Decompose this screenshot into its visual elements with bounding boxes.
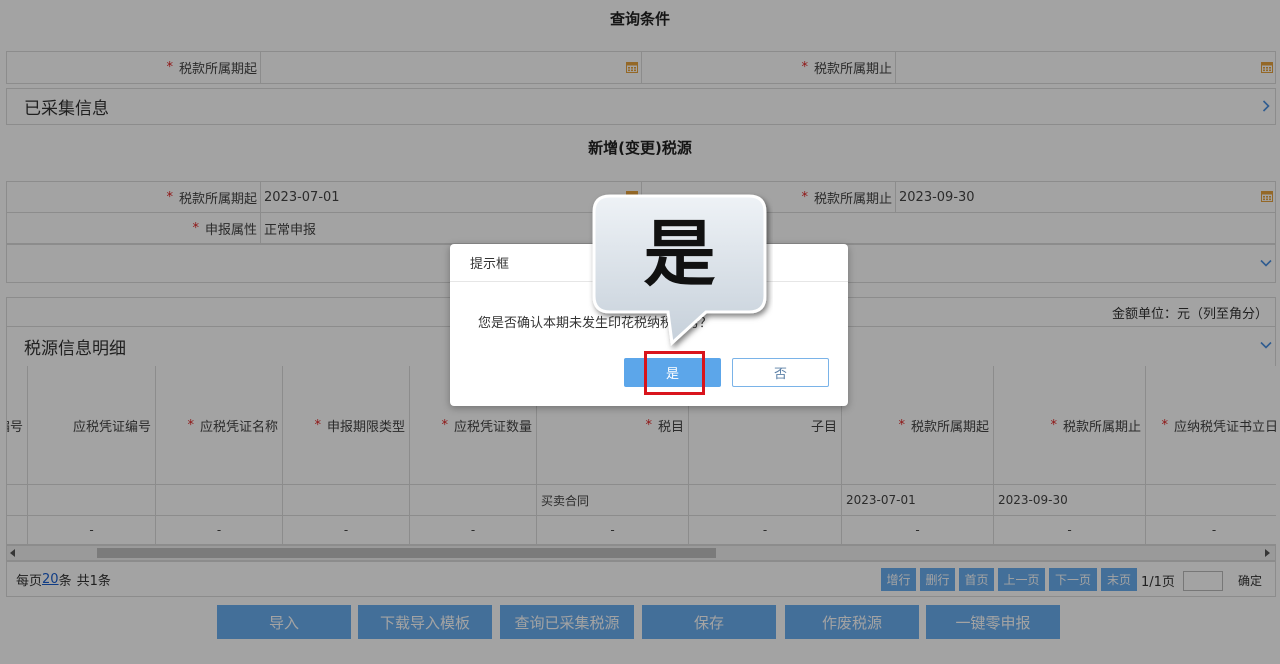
dialog-no-button[interactable]: 否 bbox=[732, 358, 829, 387]
highlight-box bbox=[644, 351, 705, 395]
callout-text: 是 bbox=[643, 212, 716, 296]
